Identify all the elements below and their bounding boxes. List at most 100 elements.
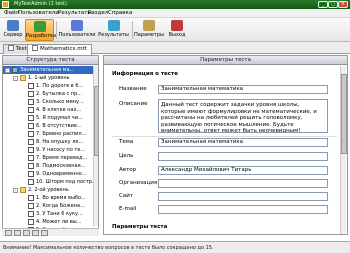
folder-icon — [20, 75, 26, 81]
tree-item-label: 4. Может ли вы... — [36, 219, 82, 225]
tree-toolbar — [2, 228, 99, 236]
field-label-goal: Цель — [119, 153, 134, 159]
tree-section-item[interactable]: - 2. 2-ой уровень — [3, 186, 93, 194]
info-section-title: Информация о тесте — [112, 71, 178, 77]
panel-header-title: Параметры теста — [200, 57, 251, 63]
close-button[interactable]: × — [338, 1, 348, 8]
question-icon — [28, 131, 34, 137]
toolbar-development-button[interactable]: Разработка — [25, 19, 56, 41]
tree-question-item[interactable]: 7. Бревно распил... — [3, 130, 93, 138]
move-down-icon[interactable] — [41, 230, 48, 236]
menu-help[interactable]: Справка — [108, 10, 132, 17]
goal-field[interactable] — [158, 152, 328, 161]
panel-header-title: Структура теста — [26, 57, 75, 63]
field-label-email: E-mail — [119, 206, 137, 212]
document-tabs: Test Mathematics.mtt — [0, 42, 350, 55]
topic-field[interactable]: Занимательная математика — [158, 138, 328, 147]
test-parameters-panel: Параметры теста Информация о тесте Назва… — [103, 55, 348, 235]
question-icon — [28, 203, 34, 209]
menu-file[interactable]: Файл — [4, 10, 19, 17]
tree-question-item[interactable]: 2. Когда Божена... — [3, 202, 93, 210]
development-icon — [33, 21, 46, 32]
toolbar-settings-button[interactable]: Параметры — [134, 19, 164, 41]
tree-question-item[interactable]: 2. Бутылка с пр... — [3, 90, 93, 98]
site-field[interactable] — [158, 192, 328, 201]
tree-item-label: 1. Во время выбо... — [36, 195, 86, 201]
tree-item-label: 5. Я подумал чи... — [36, 115, 83, 121]
panel-header: Структура теста — [3, 56, 98, 65]
tree-item-label: 8. На опушку ле... — [36, 139, 84, 145]
menu-bar: Файл Пользователи Результаты Раздел Спра… — [0, 9, 350, 18]
collapse-toggle-icon[interactable]: - — [5, 68, 10, 73]
question-icon — [28, 155, 34, 161]
question-icon — [28, 179, 34, 185]
organization-field[interactable] — [158, 179, 328, 188]
tree-question-item[interactable]: 7. Время перевед... — [3, 154, 93, 162]
tree-question-item[interactable]: 6. В отсутствие... — [3, 122, 93, 130]
menu-section[interactable]: Раздел — [88, 10, 108, 17]
add-question-icon[interactable] — [5, 230, 12, 236]
toolbar-users-button[interactable]: Пользователи — [58, 19, 96, 41]
tree-item-label: 2. 2-ой уровень — [28, 187, 69, 193]
field-label-site: Сайт — [119, 193, 133, 199]
tree-question-item[interactable]: 3. У Тани 6 куку... — [3, 210, 93, 218]
test-structure-panel: Структура теста - Занимательная ма... -1. … — [2, 55, 99, 235]
toolbar-separator — [56, 21, 57, 39]
tree-item-label: 1. По дороге в б... — [36, 83, 84, 89]
menu-results[interactable]: Результаты — [58, 10, 92, 17]
toolbar-results-button[interactable]: Результаты — [97, 19, 130, 41]
tree-question-item[interactable]: 4. Может ли вы... — [3, 218, 93, 226]
add-section-icon[interactable] — [14, 230, 21, 236]
tree-scrollbar[interactable] — [93, 66, 98, 226]
tree-question-item[interactable]: 3. Сколько мину... — [3, 98, 93, 106]
collapse-toggle-icon[interactable]: - — [13, 76, 18, 81]
field-label-name: Название — [119, 86, 147, 92]
collapse-toggle-icon[interactable]: - — [13, 188, 18, 193]
question-icon — [28, 163, 34, 169]
tab-mathematics[interactable]: Mathematics.mtt — [27, 44, 92, 55]
tree-question-item[interactable]: 1. Во время выбо... — [3, 194, 93, 202]
menu-users[interactable]: Пользователи — [18, 10, 59, 17]
toolbar-server-button[interactable]: Сервер — [2, 19, 24, 41]
maximize-button[interactable]: □ — [328, 1, 338, 8]
tree-item-label: Занимательная ма... — [20, 67, 75, 73]
tree-item-label: 7. Бревно распил... — [36, 131, 87, 137]
delete-icon[interactable] — [23, 230, 30, 236]
parameters-scrollbar[interactable] — [340, 66, 347, 234]
tree-test-item[interactable]: - Занимательная ма... — [3, 66, 93, 74]
description-field[interactable]: Данный тест содержит задачки уровня школ… — [158, 99, 328, 133]
minimize-button[interactable]: _ — [318, 1, 328, 8]
tree-question-item[interactable]: 8. Подмосковная... — [3, 162, 93, 170]
tree-question-item[interactable]: 1. По дороге в б... — [3, 82, 93, 90]
test-file-icon — [8, 45, 14, 51]
tree-section-item[interactable]: - 1. 1-ый уровень — [3, 74, 93, 82]
tree-item-label: 8. Подмосковная... — [36, 163, 86, 169]
tree-item-label: 2. Когда Божена... — [36, 203, 85, 209]
tree-question-item[interactable]: 9. У насосу по те... — [3, 146, 93, 154]
tree-item-label: 4. В клетке нах... — [36, 107, 82, 113]
question-icon — [28, 171, 34, 177]
folder-icon — [20, 187, 26, 193]
question-icon — [28, 147, 34, 153]
tree-question-item[interactable]: 10. Шторм под постр... — [3, 178, 93, 186]
test-icon — [12, 67, 18, 73]
users-icon — [71, 20, 83, 31]
tree-item-label: 1. 1-ый уровень — [28, 75, 70, 81]
tree-item-label: 10. Шторм под постр... — [36, 179, 93, 185]
tree-item-label: 3. Сколько мину... — [36, 99, 84, 105]
tree-question-item[interactable]: 5. Я подумал чи... — [3, 114, 93, 122]
scrollbar-thumb[interactable] — [94, 86, 98, 156]
server-icon — [7, 20, 19, 31]
scrollbar-thumb[interactable] — [341, 74, 347, 154]
tree-question-item[interactable]: 9. Одновременно... — [3, 170, 93, 178]
name-field[interactable]: Занимательная математика — [158, 85, 328, 94]
tree-item-label: 6. В отсутствие... — [36, 123, 82, 129]
tree-item-label: 2. Бутылка с пр... — [36, 91, 83, 97]
email-field[interactable] — [158, 205, 328, 214]
tree-question-item[interactable]: 4. В клетке нах... — [3, 106, 93, 114]
divider — [112, 136, 337, 137]
toolbar-exit-button[interactable]: Выход — [166, 19, 188, 41]
tree-question-item[interactable]: 8. На опушку ле... — [3, 138, 93, 146]
move-up-icon[interactable] — [32, 230, 39, 236]
author-field[interactable]: Александр Михайлович Титарь — [158, 166, 328, 175]
